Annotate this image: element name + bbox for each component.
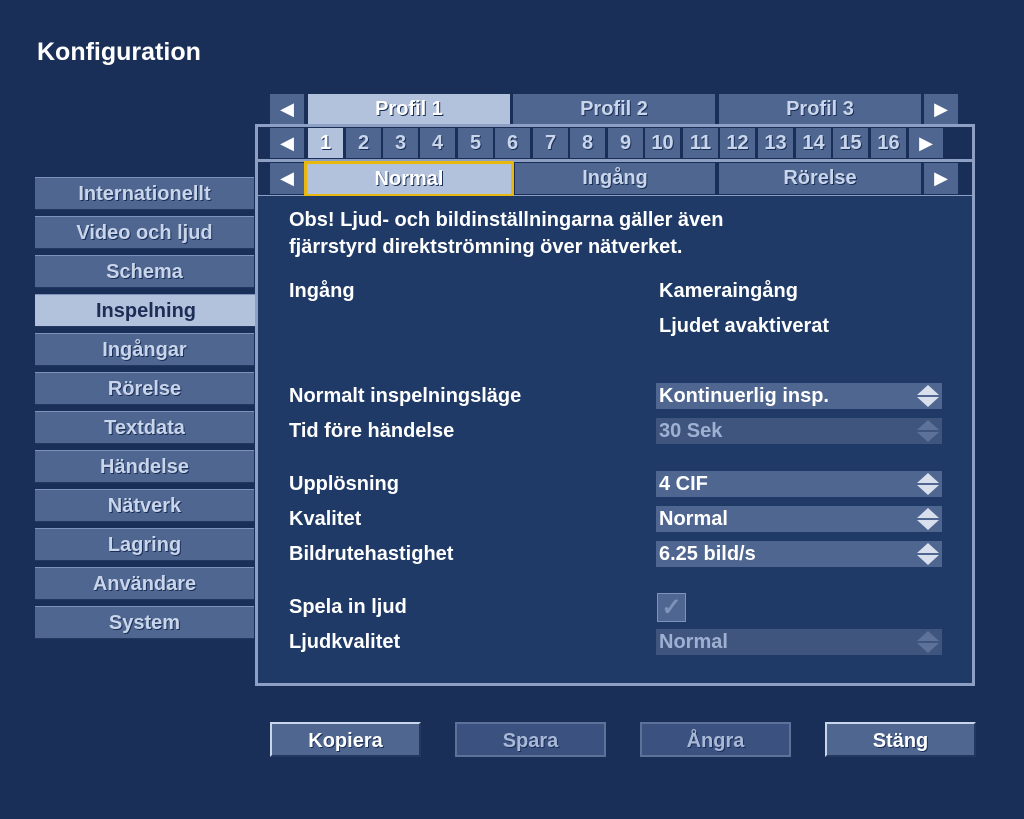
channel-next-arrow-icon[interactable]: ▶ bbox=[909, 128, 943, 158]
tab-profil-2[interactable]: Profil 2 bbox=[513, 94, 715, 124]
window-title: Konfiguration bbox=[37, 38, 201, 66]
channel-tab-16[interactable]: 16 bbox=[871, 128, 906, 158]
pre-event-value: 30 Sek bbox=[659, 420, 723, 442]
sidebar-item-rorelse[interactable]: Rörelse bbox=[35, 372, 254, 405]
input-label: Ingång bbox=[289, 280, 355, 302]
copy-button[interactable]: Kopiera bbox=[270, 722, 421, 757]
sidebar-item-handelse[interactable]: Händelse bbox=[35, 450, 254, 483]
save-button[interactable]: Spara bbox=[455, 722, 606, 757]
sidebar-item-ingangar[interactable]: Ingångar bbox=[35, 333, 254, 366]
channel-tab-8[interactable]: 8 bbox=[570, 128, 605, 158]
quality-label: Kvalitet bbox=[289, 508, 362, 530]
mode-prev-arrow-icon[interactable]: ◀ bbox=[270, 163, 304, 194]
undo-button[interactable]: Ångra bbox=[640, 722, 791, 757]
profile-prev-arrow-icon[interactable]: ◀ bbox=[270, 94, 304, 124]
record-audio-label: Spela in ljud bbox=[289, 596, 407, 618]
audio-quality-value: Normal bbox=[659, 631, 728, 653]
up-down-icon bbox=[917, 385, 939, 407]
resolution-label: Upplösning bbox=[289, 473, 399, 495]
up-down-icon bbox=[917, 420, 939, 442]
channel-tab-13[interactable]: 13 bbox=[758, 128, 793, 158]
pre-event-label: Tid före händelse bbox=[289, 420, 455, 442]
mode-next-arrow-icon[interactable]: ▶ bbox=[924, 163, 958, 194]
framerate-select[interactable]: 6.25 bild/s bbox=[656, 541, 942, 567]
sidebar-item-natverk[interactable]: Nätverk bbox=[35, 489, 254, 522]
channel-tab-7[interactable]: 7 bbox=[533, 128, 568, 158]
resolution-value: 4 CIF bbox=[659, 473, 708, 495]
channel-tab-9[interactable]: 9 bbox=[608, 128, 643, 158]
quality-value: Normal bbox=[659, 508, 728, 530]
up-down-icon bbox=[917, 473, 939, 495]
sidebar-item-lagring[interactable]: Lagring bbox=[35, 528, 254, 561]
audio-quality-select: Normal bbox=[656, 629, 942, 655]
sidebar-item-textdata[interactable]: Textdata bbox=[35, 411, 254, 444]
up-down-icon bbox=[917, 508, 939, 530]
channel-tab-4[interactable]: 4 bbox=[420, 128, 455, 158]
info-note: Obs! Ljud- och bildinställningarna gälle… bbox=[289, 207, 724, 261]
channel-tab-6[interactable]: 6 bbox=[495, 128, 530, 158]
rec-mode-label: Normalt inspelningsläge bbox=[289, 385, 522, 407]
rec-mode-select[interactable]: Kontinuerlig insp. bbox=[656, 383, 942, 409]
tab-profil-1[interactable]: Profil 1 bbox=[308, 94, 510, 124]
close-button[interactable]: Stäng bbox=[825, 722, 976, 757]
channel-tab-5[interactable]: 5 bbox=[458, 128, 493, 158]
channel-tab-1[interactable]: 1 bbox=[308, 128, 343, 158]
sidebar-item-internationellt[interactable]: Internationellt bbox=[35, 177, 254, 210]
channel-tab-3[interactable]: 3 bbox=[383, 128, 418, 158]
frame-top bbox=[255, 124, 975, 127]
sidebar-item-video-och-ljud[interactable]: Video och ljud bbox=[35, 216, 254, 249]
framerate-value: 6.25 bild/s bbox=[659, 543, 756, 565]
up-down-icon bbox=[917, 631, 939, 653]
up-down-icon bbox=[917, 543, 939, 565]
tab-normal[interactable]: Normal bbox=[304, 161, 514, 197]
record-audio-checkbox: ✓ bbox=[657, 593, 686, 622]
input-value: Kameraingång bbox=[659, 280, 798, 302]
sidebar-item-anvandare[interactable]: Användare bbox=[35, 567, 254, 600]
quality-select[interactable]: Normal bbox=[656, 506, 942, 532]
tab-rorelse[interactable]: Rörelse bbox=[719, 163, 921, 194]
rec-mode-value: Kontinuerlig insp. bbox=[659, 385, 829, 407]
channel-tab-2[interactable]: 2 bbox=[346, 128, 381, 158]
channel-prev-arrow-icon[interactable]: ◀ bbox=[270, 128, 304, 158]
channel-tab-15[interactable]: 15 bbox=[833, 128, 868, 158]
info-note-line-2: fjärrstyrd direktströmning över nätverke… bbox=[289, 236, 683, 258]
audio-status: Ljudet avaktiverat bbox=[659, 315, 830, 337]
channel-tab-12[interactable]: 12 bbox=[720, 128, 755, 158]
checkmark-icon: ✓ bbox=[661, 594, 682, 621]
sidebar-item-schema[interactable]: Schema bbox=[35, 255, 254, 288]
sidebar-item-system[interactable]: System bbox=[35, 606, 254, 639]
sidebar-item-inspelning[interactable]: Inspelning bbox=[35, 294, 257, 327]
profile-next-arrow-icon[interactable]: ▶ bbox=[924, 94, 958, 124]
pre-event-select: 30 Sek bbox=[656, 418, 942, 444]
audio-quality-label: Ljudkvalitet bbox=[289, 631, 401, 653]
framerate-label: Bildrutehastighet bbox=[289, 543, 454, 565]
channel-tab-11[interactable]: 11 bbox=[683, 128, 718, 158]
channel-tab-14[interactable]: 14 bbox=[796, 128, 831, 158]
channel-tab-10[interactable]: 10 bbox=[645, 128, 680, 158]
info-note-line-1: Obs! Ljud- och bildinställningarna gälle… bbox=[289, 209, 724, 231]
resolution-select[interactable]: 4 CIF bbox=[656, 471, 942, 497]
tab-ingang[interactable]: Ingång bbox=[515, 163, 715, 194]
tab-profil-3[interactable]: Profil 3 bbox=[719, 94, 921, 124]
